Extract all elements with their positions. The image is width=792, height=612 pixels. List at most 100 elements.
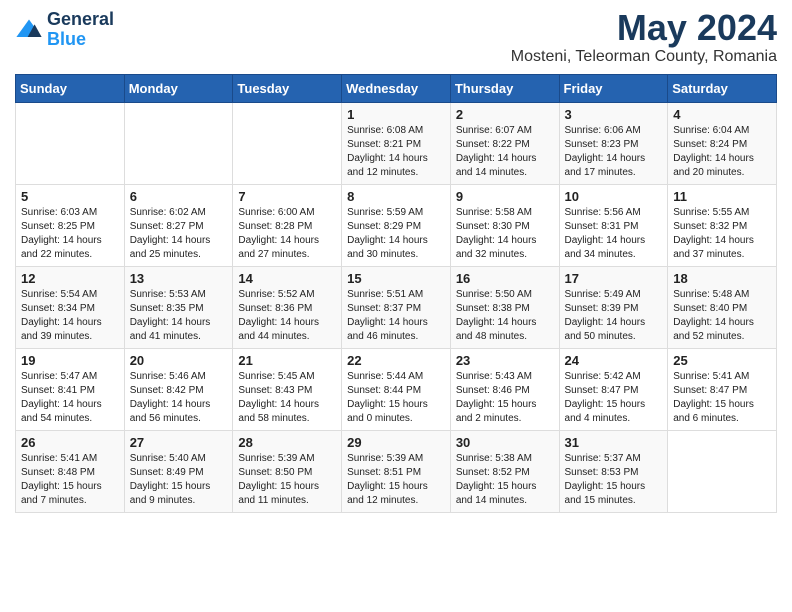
day-number: 23 [456,353,554,368]
day-info: Sunrise: 5:39 AM Sunset: 8:50 PM Dayligh… [238,452,336,508]
col-header-wednesday: Wednesday [342,75,451,103]
day-cell: 18 Sunrise: 5:48 AM Sunset: 8:40 PM Dayli… [668,267,777,349]
col-header-friday: Friday [559,75,668,103]
calendar-subtitle: Mosteni, Teleorman County, Romania [511,48,777,66]
day-cell: 10 Sunrise: 5:56 AM Sunset: 8:31 PM Dayli… [559,185,668,267]
day-number: 26 [21,435,119,450]
day-number: 15 [347,271,445,286]
day-info: Sunrise: 6:03 AM Sunset: 8:25 PM Dayligh… [21,206,119,262]
day-info: Sunrise: 6:07 AM Sunset: 8:22 PM Dayligh… [456,124,554,180]
day-info: Sunrise: 5:41 AM Sunset: 8:47 PM Dayligh… [673,370,771,426]
col-header-tuesday: Tuesday [233,75,342,103]
day-info: Sunrise: 5:50 AM Sunset: 8:38 PM Dayligh… [456,288,554,344]
day-cell [16,103,125,185]
day-info: Sunrise: 5:44 AM Sunset: 8:44 PM Dayligh… [347,370,445,426]
col-header-saturday: Saturday [668,75,777,103]
day-cell: 27 Sunrise: 5:40 AM Sunset: 8:49 PM Dayli… [124,431,233,513]
day-cell: 12Sunrise: 5:54 AM Sunset: 8:34 PM Dayli… [16,267,125,349]
day-cell: 9 Sunrise: 5:58 AM Sunset: 8:30 PM Daylig… [450,185,559,267]
day-number: 1 [347,107,445,122]
day-info: Sunrise: 5:40 AM Sunset: 8:49 PM Dayligh… [130,452,228,508]
day-number: 10 [565,189,663,204]
title-area: May 2024 Mosteni, Teleorman County, Roma… [511,10,777,66]
day-number: 19 [21,353,119,368]
day-number: 30 [456,435,554,450]
day-info: Sunrise: 5:53 AM Sunset: 8:35 PM Dayligh… [130,288,228,344]
day-info: Sunrise: 5:54 AM Sunset: 8:34 PM Dayligh… [21,288,119,344]
day-cell: 23 Sunrise: 5:43 AM Sunset: 8:46 PM Dayli… [450,349,559,431]
day-number: 20 [130,353,228,368]
day-info: Sunrise: 5:38 AM Sunset: 8:52 PM Dayligh… [456,452,554,508]
col-header-sunday: Sunday [16,75,125,103]
day-info: Sunrise: 5:41 AM Sunset: 8:48 PM Dayligh… [21,452,119,508]
day-number: 27 [130,435,228,450]
day-cell: 29Sunrise: 5:39 AM Sunset: 8:51 PM Dayli… [342,431,451,513]
logo: General Blue [15,10,114,50]
day-number: 4 [673,107,771,122]
logo-icon [15,16,43,44]
day-number: 22 [347,353,445,368]
day-info: Sunrise: 5:52 AM Sunset: 8:36 PM Dayligh… [238,288,336,344]
day-number: 13 [130,271,228,286]
logo-general-text: General [47,10,114,30]
day-info: Sunrise: 5:43 AM Sunset: 8:46 PM Dayligh… [456,370,554,426]
day-cell [668,431,777,513]
day-info: Sunrise: 6:00 AM Sunset: 8:28 PM Dayligh… [238,206,336,262]
day-cell: 22 Sunrise: 5:44 AM Sunset: 8:44 PM Dayli… [342,349,451,431]
day-cell: 30 Sunrise: 5:38 AM Sunset: 8:52 PM Dayli… [450,431,559,513]
day-info: Sunrise: 6:02 AM Sunset: 8:27 PM Dayligh… [130,206,228,262]
day-info: Sunrise: 5:45 AM Sunset: 8:43 PM Dayligh… [238,370,336,426]
day-number: 6 [130,189,228,204]
day-cell: 4 Sunrise: 6:04 AM Sunset: 8:24 PM Daylig… [668,103,777,185]
col-header-thursday: Thursday [450,75,559,103]
day-cell: 25 Sunrise: 5:41 AM Sunset: 8:47 PM Dayli… [668,349,777,431]
day-cell: 7 Sunrise: 6:00 AM Sunset: 8:28 PM Daylig… [233,185,342,267]
day-info: Sunrise: 5:48 AM Sunset: 8:40 PM Dayligh… [673,288,771,344]
week-row-5: 26 Sunrise: 5:41 AM Sunset: 8:48 PM Dayli… [16,431,777,513]
day-number: 9 [456,189,554,204]
day-info: Sunrise: 5:58 AM Sunset: 8:30 PM Dayligh… [456,206,554,262]
day-number: 14 [238,271,336,286]
day-info: Sunrise: 5:59 AM Sunset: 8:29 PM Dayligh… [347,206,445,262]
day-number: 7 [238,189,336,204]
day-cell: 28Sunrise: 5:39 AM Sunset: 8:50 PM Dayli… [233,431,342,513]
week-row-2: 5 Sunrise: 6:03 AM Sunset: 8:25 PM Daylig… [16,185,777,267]
day-cell: 20 Sunrise: 5:46 AM Sunset: 8:42 PM Dayli… [124,349,233,431]
day-number: 17 [565,271,663,286]
day-cell: 31Sunrise: 5:37 AM Sunset: 8:53 PM Dayli… [559,431,668,513]
day-number: 18 [673,271,771,286]
day-info: Sunrise: 5:49 AM Sunset: 8:39 PM Dayligh… [565,288,663,344]
day-cell: 19 Sunrise: 5:47 AM Sunset: 8:41 PM Dayli… [16,349,125,431]
header-row: SundayMondayTuesdayWednesdayThursdayFrid… [16,75,777,103]
day-number: 5 [21,189,119,204]
day-info: Sunrise: 5:47 AM Sunset: 8:41 PM Dayligh… [21,370,119,426]
day-info: Sunrise: 5:39 AM Sunset: 8:51 PM Dayligh… [347,452,445,508]
day-info: Sunrise: 5:56 AM Sunset: 8:31 PM Dayligh… [565,206,663,262]
day-cell: 14 Sunrise: 5:52 AM Sunset: 8:36 PM Dayli… [233,267,342,349]
day-cell: 6 Sunrise: 6:02 AM Sunset: 8:27 PM Daylig… [124,185,233,267]
day-cell: 17 Sunrise: 5:49 AM Sunset: 8:39 PM Dayli… [559,267,668,349]
week-row-3: 12Sunrise: 5:54 AM Sunset: 8:34 PM Dayli… [16,267,777,349]
day-info: Sunrise: 6:08 AM Sunset: 8:21 PM Dayligh… [347,124,445,180]
calendar-title: May 2024 [511,10,777,46]
day-cell: 16 Sunrise: 5:50 AM Sunset: 8:38 PM Dayli… [450,267,559,349]
day-cell: 5 Sunrise: 6:03 AM Sunset: 8:25 PM Daylig… [16,185,125,267]
calendar-table: SundayMondayTuesdayWednesdayThursdayFrid… [15,74,777,513]
day-number: 25 [673,353,771,368]
day-number: 24 [565,353,663,368]
day-info: Sunrise: 6:06 AM Sunset: 8:23 PM Dayligh… [565,124,663,180]
day-info: Sunrise: 5:46 AM Sunset: 8:42 PM Dayligh… [130,370,228,426]
day-cell [124,103,233,185]
day-info: Sunrise: 5:51 AM Sunset: 8:37 PM Dayligh… [347,288,445,344]
day-info: Sunrise: 6:04 AM Sunset: 8:24 PM Dayligh… [673,124,771,180]
day-number: 16 [456,271,554,286]
day-number: 3 [565,107,663,122]
day-cell: 1 Sunrise: 6:08 AM Sunset: 8:21 PM Daylig… [342,103,451,185]
day-info: Sunrise: 5:55 AM Sunset: 8:32 PM Dayligh… [673,206,771,262]
header: General Blue May 2024 Mosteni, Teleorman… [15,10,777,66]
day-info: Sunrise: 5:42 AM Sunset: 8:47 PM Dayligh… [565,370,663,426]
day-number: 2 [456,107,554,122]
day-info: Sunrise: 5:37 AM Sunset: 8:53 PM Dayligh… [565,452,663,508]
day-cell: 3 Sunrise: 6:06 AM Sunset: 8:23 PM Daylig… [559,103,668,185]
day-cell: 21Sunrise: 5:45 AM Sunset: 8:43 PM Dayli… [233,349,342,431]
